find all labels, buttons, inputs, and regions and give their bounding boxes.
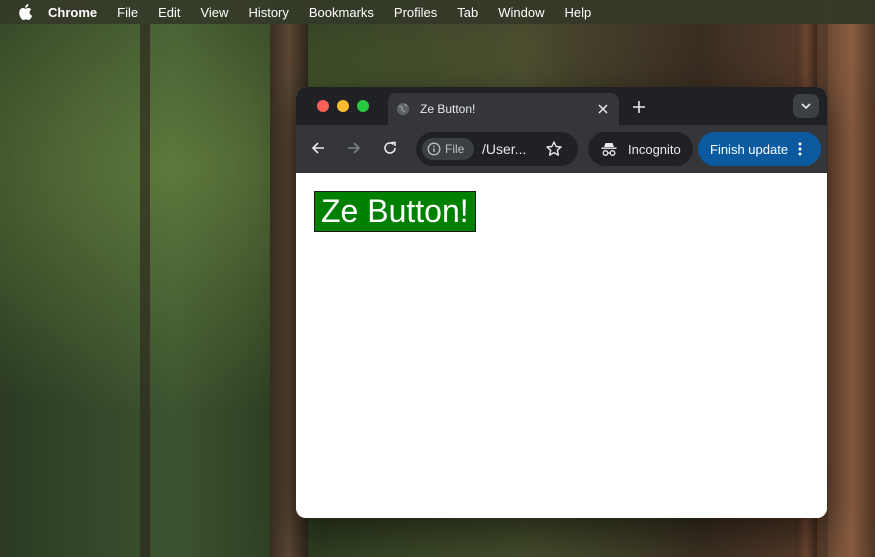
- menu-edit[interactable]: Edit: [158, 5, 180, 20]
- address-bar[interactable]: File /User...: [416, 132, 578, 166]
- wallpaper-trunk: [140, 24, 150, 557]
- tab-search-chevron-down-icon[interactable]: [793, 94, 819, 118]
- finish-update-label: Finish update: [710, 141, 789, 157]
- finish-update-button[interactable]: Finish update: [698, 132, 821, 166]
- tab-title: Ze Button!: [420, 102, 476, 116]
- incognito-label: Incognito: [628, 141, 681, 157]
- page-content: Ze Button!: [296, 173, 827, 518]
- minimize-window-button[interactable]: [337, 100, 349, 112]
- ze-button[interactable]: Ze Button!: [314, 191, 476, 232]
- tab-strip: Ze Button!: [296, 87, 827, 125]
- site-info-chip[interactable]: File: [422, 138, 474, 160]
- menu-chrome[interactable]: Chrome: [48, 5, 97, 20]
- more-vert-icon[interactable]: [796, 141, 804, 157]
- menu-history[interactable]: History: [248, 5, 288, 20]
- zoom-window-button[interactable]: [357, 100, 369, 112]
- menu-help[interactable]: Help: [565, 5, 592, 20]
- info-icon: [427, 142, 441, 156]
- close-tab-icon[interactable]: [595, 101, 611, 117]
- menu-window[interactable]: Window: [498, 5, 544, 20]
- menu-view[interactable]: View: [200, 5, 228, 20]
- new-tab-icon[interactable]: [629, 97, 649, 117]
- reload-icon[interactable]: [380, 138, 400, 158]
- site-chip-label: File: [445, 142, 465, 156]
- menu-profiles[interactable]: Profiles: [394, 5, 437, 20]
- incognito-icon: [600, 140, 618, 158]
- close-window-button[interactable]: [317, 100, 329, 112]
- menu-file[interactable]: File: [117, 5, 138, 20]
- wallpaper-trunk: [828, 24, 875, 557]
- incognito-button[interactable]: Incognito: [588, 132, 693, 166]
- menu-tab[interactable]: Tab: [457, 5, 478, 20]
- globe-icon: [396, 102, 410, 116]
- back-arrow-icon[interactable]: [308, 138, 328, 158]
- browser-window: Ze Button! File /User... Incognito Finis…: [296, 87, 827, 518]
- toolbar: File /User... Incognito Finish update: [296, 125, 827, 173]
- tab-ze-button[interactable]: Ze Button!: [388, 93, 619, 125]
- url-text[interactable]: /User...: [482, 141, 526, 157]
- menu-bookmarks[interactable]: Bookmarks: [309, 5, 374, 20]
- forward-arrow-icon[interactable]: [344, 138, 364, 158]
- bookmark-star-icon[interactable]: [545, 140, 563, 158]
- menu-bar: Chrome File Edit View History Bookmarks …: [0, 0, 875, 24]
- apple-icon[interactable]: [18, 4, 34, 20]
